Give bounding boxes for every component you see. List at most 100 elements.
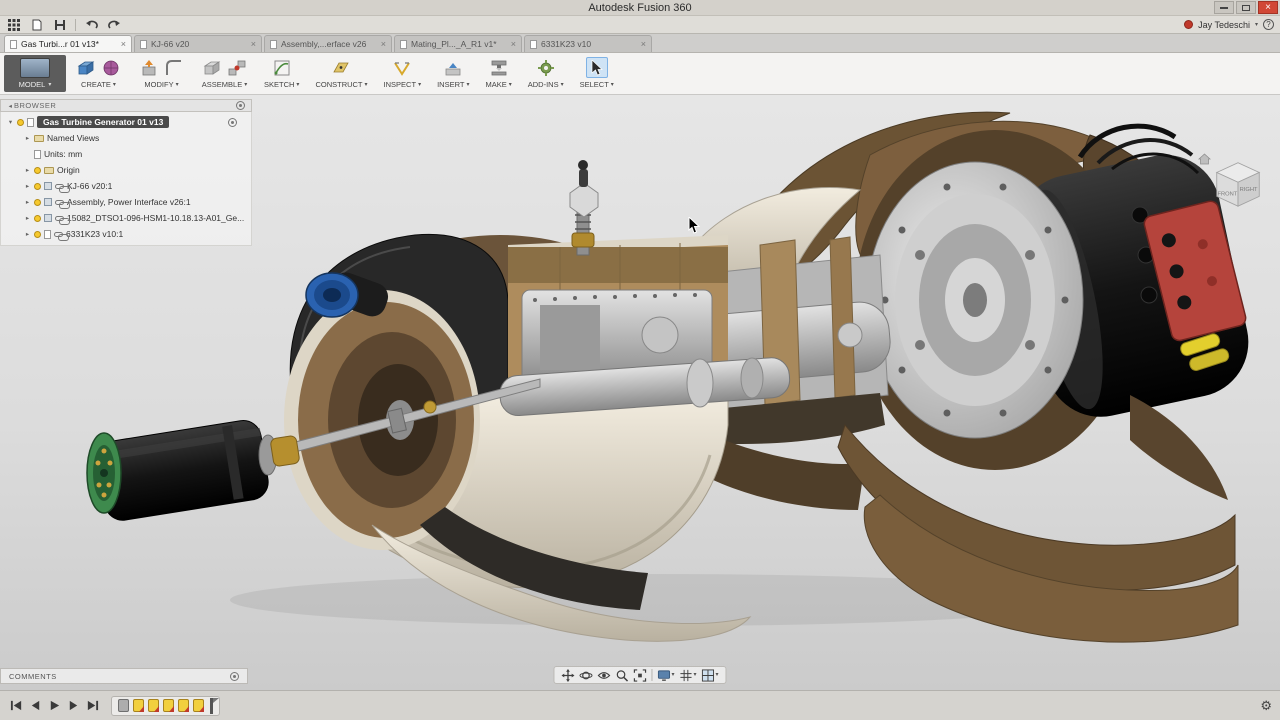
ribbon-group-create[interactable]: CREATE▾: [68, 55, 129, 94]
browser-item-assembly-power-interface[interactable]: ▸ Assembly, Power Interface v26:1: [1, 194, 251, 210]
expanded-icon[interactable]: ▾: [7, 118, 14, 126]
root-component-name[interactable]: Gas Turbine Generator 01 v13: [37, 116, 169, 128]
visibility-bulb-icon[interactable]: [34, 215, 41, 222]
new-component-icon[interactable]: [201, 57, 223, 78]
tab-mating-plate[interactable]: Mating_Pl..._A_R1 v1* ×: [394, 35, 522, 52]
3d-print-icon[interactable]: [488, 57, 510, 78]
zoom-button[interactable]: [615, 669, 628, 682]
browser-item-named-views[interactable]: ▸ Named Views: [1, 130, 251, 146]
timeline-joint-feature-icon[interactable]: [178, 699, 189, 712]
browser-item-units[interactable]: Units: mm: [1, 146, 251, 162]
ribbon-group-insert[interactable]: INSERT▾: [430, 55, 476, 94]
expand-icon[interactable]: ▸: [24, 230, 31, 238]
fit-button[interactable]: [633, 669, 646, 682]
collapse-icon[interactable]: ◂: [7, 102, 14, 110]
ribbon-group-select[interactable]: SELECT▾: [573, 55, 621, 94]
home-view-icon[interactable]: [1198, 153, 1211, 166]
tab-assembly-power-interface[interactable]: Assembly,...erface v26 ×: [264, 35, 392, 52]
ribbon-group-sketch[interactable]: SKETCH▾: [257, 55, 306, 94]
browser-item-6331k23[interactable]: ▸ 6331K23 v10:1: [1, 226, 251, 242]
save-button[interactable]: [52, 18, 68, 32]
timeline-joint-feature-icon[interactable]: [133, 699, 144, 712]
expand-icon[interactable]: ▸: [24, 166, 31, 174]
model-viewport[interactable]: ◂ BROWSER ▾ Gas Turbine Generator 01 v13…: [0, 95, 1280, 690]
ribbon-group-modify[interactable]: MODIFY▾: [131, 55, 192, 94]
timeline-step-back-button[interactable]: [27, 698, 43, 714]
scripts-add-ins-icon[interactable]: [535, 57, 557, 78]
press-pull-icon[interactable]: [138, 57, 160, 78]
construction-plane-icon[interactable]: [330, 57, 352, 78]
browser-item-kj66[interactable]: ▸ KJ-66 v20:1: [1, 178, 251, 194]
workspace-selector[interactable]: MODEL▾: [4, 55, 66, 92]
close-tab-icon[interactable]: ×: [121, 40, 126, 49]
expand-icon[interactable]: ▸: [24, 182, 31, 190]
timeline-step-forward-button[interactable]: [65, 698, 81, 714]
comments-expand-icon[interactable]: [230, 672, 239, 681]
look-at-button[interactable]: [597, 669, 610, 682]
fillet-icon[interactable]: [163, 57, 185, 78]
timeline-go-to-start-button[interactable]: [8, 698, 24, 714]
visibility-bulb-icon[interactable]: [34, 231, 41, 238]
redo-button[interactable]: [106, 18, 122, 32]
display-settings-button[interactable]: ▾: [657, 669, 674, 682]
expand-icon[interactable]: ▸: [24, 214, 31, 222]
browser-item-15082[interactable]: ▸ 15082_DTSO1-096-HSM1-10.18.13-A01_Ge..…: [1, 210, 251, 226]
timeline-joint-feature-icon[interactable]: [163, 699, 174, 712]
minimize-button[interactable]: [1214, 1, 1234, 14]
maximize-button[interactable]: [1236, 1, 1256, 14]
undo-button[interactable]: [83, 18, 99, 32]
viewports-button[interactable]: ▾: [702, 669, 719, 682]
expand-icon[interactable]: ▸: [24, 198, 31, 206]
generator-front-ring[interactable]: [867, 162, 1083, 438]
create-form-icon[interactable]: [100, 57, 122, 78]
visibility-bulb-icon[interactable]: [17, 119, 24, 126]
close-tab-icon[interactable]: ×: [641, 40, 646, 49]
comments-bar[interactable]: COMMENTS: [0, 668, 248, 684]
expand-icon[interactable]: ▸: [24, 134, 31, 142]
tab-gas-turbine[interactable]: Gas Turbi...r 01 v13* ×: [4, 35, 132, 52]
sketch-icon[interactable]: [271, 57, 293, 78]
display-mode-icon[interactable]: [236, 101, 245, 110]
create-box-icon[interactable]: [75, 57, 97, 78]
grid-snap-button[interactable]: ▾: [679, 669, 696, 682]
ribbon-group-inspect[interactable]: INSPECT▾: [377, 55, 429, 94]
user-name[interactable]: Jay Tedeschi: [1198, 20, 1250, 30]
close-button[interactable]: ×: [1258, 1, 1278, 14]
ribbon-group-assemble[interactable]: ASSEMBLE▾: [194, 55, 255, 94]
help-button[interactable]: ?: [1263, 19, 1274, 30]
timeline-joint-feature-icon[interactable]: [193, 699, 204, 712]
ribbon-group-make[interactable]: MAKE▾: [478, 55, 518, 94]
browser-item-origin[interactable]: ▸ Origin: [1, 162, 251, 178]
browser-header[interactable]: ◂ BROWSER: [0, 99, 252, 112]
ribbon-group-construct[interactable]: CONSTRUCT▾: [308, 55, 374, 94]
view-cube[interactable]: FRONT RIGHT: [1198, 153, 1278, 215]
measure-icon[interactable]: [391, 57, 413, 78]
visibility-bulb-icon[interactable]: [34, 167, 41, 174]
browser-root-row[interactable]: ▾ Gas Turbine Generator 01 v13: [1, 114, 251, 130]
joint-icon[interactable]: [226, 57, 248, 78]
ribbon-group-add-ins[interactable]: ADD-INS▾: [521, 55, 571, 94]
app-menu-button[interactable]: [6, 18, 22, 32]
timeline-play-button[interactable]: [46, 698, 62, 714]
close-tab-icon[interactable]: ×: [511, 40, 516, 49]
visibility-bulb-icon[interactable]: [34, 183, 41, 190]
timeline-position-marker[interactable]: [210, 698, 213, 714]
insert-icon[interactable]: [442, 57, 464, 78]
activate-component-icon[interactable]: [228, 118, 237, 127]
timeline-feature-icon[interactable]: [118, 699, 129, 712]
tab-6331k23[interactable]: 6331K23 v10 ×: [524, 35, 652, 52]
timeline-joint-feature-icon[interactable]: [148, 699, 159, 712]
orbit-button[interactable]: [579, 669, 592, 682]
pan-button[interactable]: [561, 669, 574, 682]
fuel-valve[interactable]: [570, 160, 598, 255]
timeline-settings-gear-icon[interactable]: ⚙: [1260, 699, 1272, 712]
select-cursor-icon[interactable]: [586, 57, 608, 78]
tab-kj66[interactable]: KJ-66 v20 ×: [134, 35, 262, 52]
document-icon: [34, 150, 41, 159]
visibility-bulb-icon[interactable]: [34, 199, 41, 206]
close-tab-icon[interactable]: ×: [251, 40, 256, 49]
new-document-button[interactable]: [29, 18, 45, 32]
close-tab-icon[interactable]: ×: [381, 40, 386, 49]
timeline-go-to-end-button[interactable]: [84, 698, 100, 714]
timeline-feature-track[interactable]: [111, 696, 220, 716]
